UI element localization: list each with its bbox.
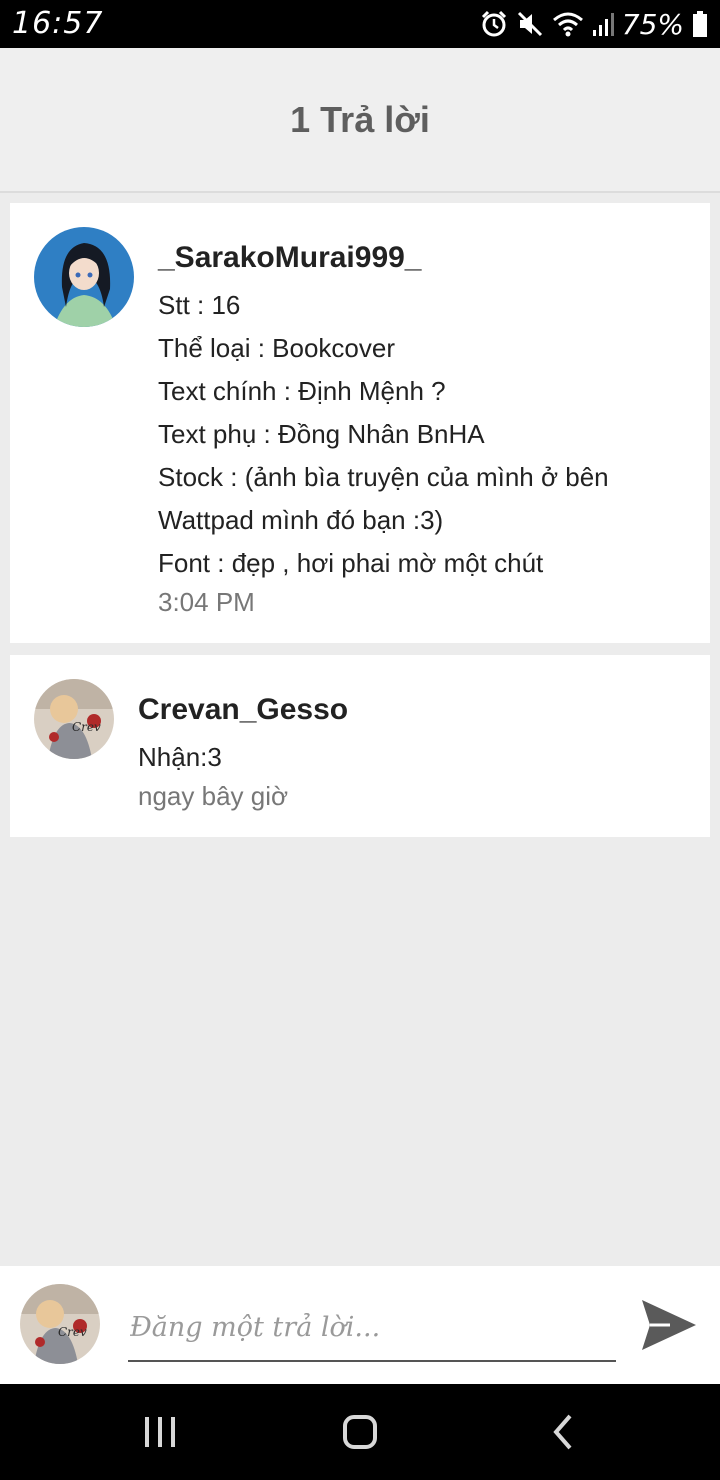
comment-line: Wattpad mình đó bạn :3) (158, 505, 444, 535)
comment-body: Stt : 16 Thể loại : Bookcover Text chính… (158, 284, 609, 585)
comment-line: Thể loại : Bookcover (158, 333, 396, 363)
mute-icon (517, 11, 542, 37)
status-icons: 75% (480, 7, 708, 41)
comment-card: Crev Crevan_Gesso Nhận:3 ngay bây giờ (10, 655, 710, 837)
current-user-avatar: Crev (20, 1284, 100, 1364)
status-bar: 16:57 75% (0, 0, 720, 48)
wifi-icon (552, 12, 583, 37)
comment-line: Text chính : Định Mệnh ? (158, 376, 446, 406)
avatar[interactable]: Crev (34, 679, 114, 759)
comment-line: Stt : 16 (158, 290, 241, 320)
svg-text:Crev: Crev (72, 720, 101, 734)
alarm-icon (481, 10, 506, 37)
comment-body: Nhận:3 (138, 736, 222, 779)
header: 1 Trả lời (0, 48, 720, 193)
comment-username[interactable]: Crevan_Gesso (138, 693, 348, 727)
comment-line: Nhận:3 (138, 742, 222, 772)
comment-timestamp: ngay bây giờ (138, 781, 289, 811)
comment-line: Text phụ : Đồng Nhân BnHA (158, 419, 485, 449)
comment-line: Font : đẹp , hơi phai mờ một chút (158, 548, 544, 578)
signal-icon (592, 13, 614, 36)
send-icon[interactable] (640, 1296, 698, 1354)
battery-percent: 75% (621, 7, 684, 41)
page-title: 1 Trả lời (290, 98, 430, 140)
recent-apps-icon[interactable] (136, 1408, 184, 1456)
battery-icon (693, 11, 707, 37)
status-time: 16:57 (12, 6, 104, 41)
reply-input[interactable] (128, 1294, 616, 1362)
svg-text:Crev: Crev (58, 1325, 87, 1339)
comment-line: Stock : (ảnh bìa truyện của mình ở bên (158, 462, 609, 492)
navigation-bar (0, 1384, 720, 1480)
comment-card: _SarakoMurai999_ Stt : 16 Thể loại : Boo… (10, 203, 710, 643)
avatar[interactable] (34, 227, 134, 327)
reply-bar: Crev (0, 1266, 720, 1384)
comment-timestamp: 3:04 PM (158, 587, 255, 617)
home-icon[interactable] (336, 1408, 384, 1456)
comment-username[interactable]: _SarakoMurai999_ (158, 241, 422, 275)
back-icon[interactable] (540, 1408, 588, 1456)
